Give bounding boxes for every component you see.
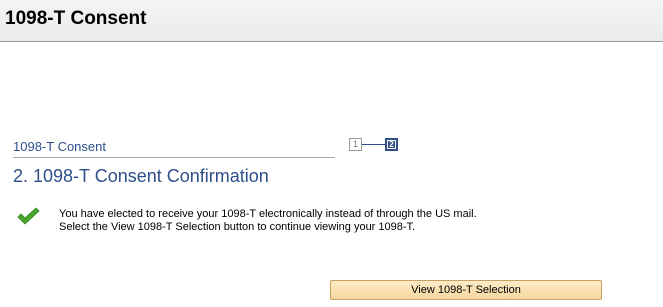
step-1-box[interactable]: 1 xyxy=(349,138,362,151)
step-2-box: 2 xyxy=(385,138,398,151)
confirmation-message: You have elected to receive your 1098-T … xyxy=(59,208,477,234)
step-connector xyxy=(362,144,385,145)
step-train: 1 2 xyxy=(349,138,401,154)
page-title: 1098-T Consent xyxy=(5,8,147,29)
view-1098t-selection-button[interactable]: View 1098-T Selection xyxy=(330,280,602,300)
checkmark-icon xyxy=(17,207,40,225)
page-heading: 2. 1098-T Consent Confirmation xyxy=(13,166,269,186)
message-line-2: Select the View 1098-T Selection button … xyxy=(59,221,416,233)
page-header: 1098-T Consent xyxy=(0,0,663,42)
step-divider xyxy=(13,157,335,158)
step-2-label: 2 xyxy=(388,140,395,149)
step-link-consent[interactable]: 1098-T Consent xyxy=(13,139,106,154)
message-line-1: You have elected to receive your 1098-T … xyxy=(59,208,477,220)
